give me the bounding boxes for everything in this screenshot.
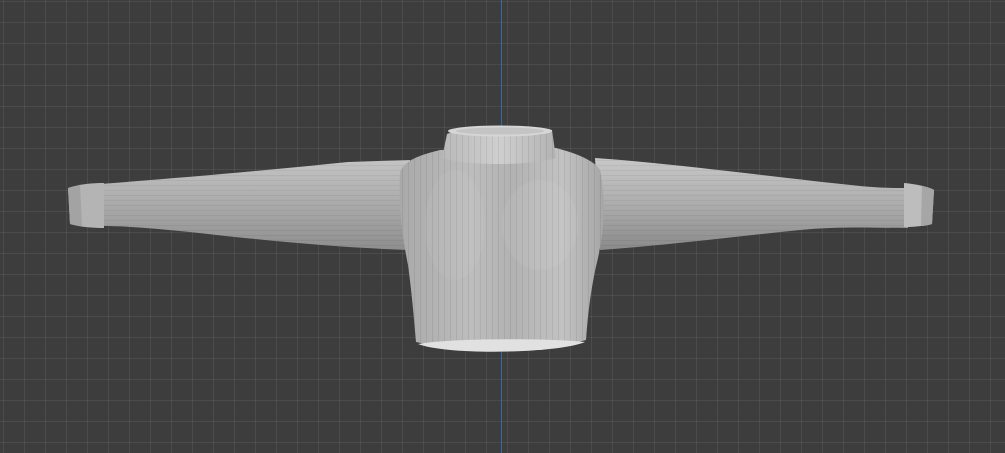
- sweater-mesh[interactable]: [0, 0, 1005, 453]
- left-sleeve: [68, 160, 410, 250]
- 3d-viewport[interactable]: [0, 0, 1005, 453]
- right-sleeve: [595, 158, 934, 250]
- torso: [399, 148, 604, 352]
- collar: [442, 125, 556, 164]
